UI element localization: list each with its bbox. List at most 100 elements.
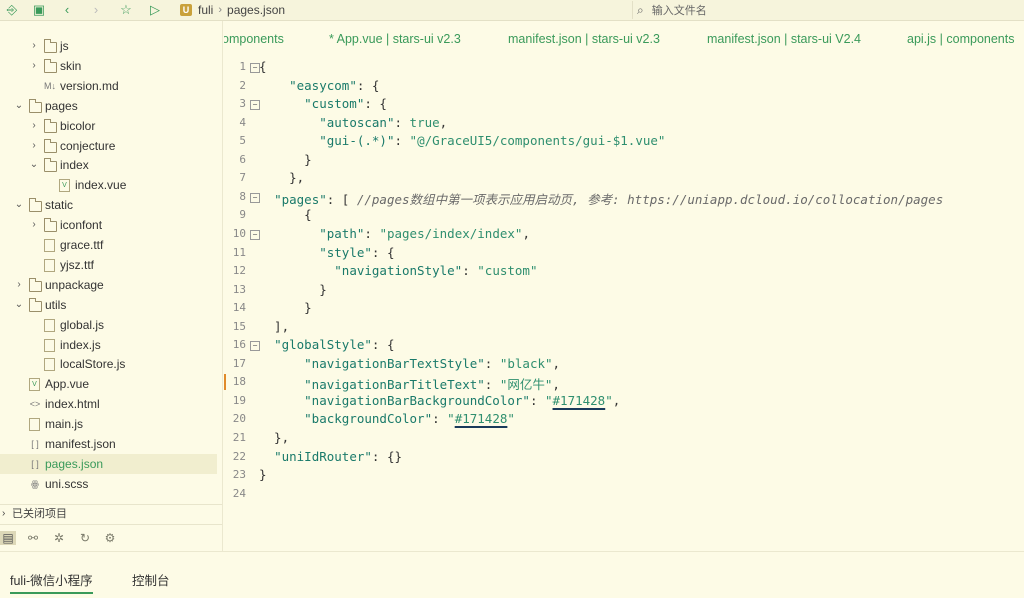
tree-item-label: static: [45, 198, 74, 213]
tab-mp-weixin[interactable]: fuli-微信小程序: [10, 570, 93, 594]
tree-item-label: index: [60, 158, 89, 173]
line-number: 9: [239, 208, 246, 222]
line-number: 23: [232, 468, 246, 482]
tree-item[interactable]: ⌄ pages: [0, 96, 217, 116]
chevron-right-icon[interactable]: ›: [14, 275, 24, 295]
refresh-icon[interactable]: ↻: [77, 531, 93, 545]
chevron-down-icon[interactable]: ⌄: [14, 96, 24, 116]
chevron-down-icon[interactable]: ⌄: [14, 195, 24, 215]
markdown-file-icon: M↓: [44, 80, 56, 91]
new-file-icon[interactable]: ⎆: [3, 1, 21, 19]
tab-manifest-v23[interactable]: manifest.json | stars-ui v2.3: [508, 32, 660, 46]
bottom-panel: fuli-微信小程序 控制台: [0, 551, 1024, 598]
tree-item-label: iconfont: [60, 218, 103, 233]
debug-icon[interactable]: ✲: [51, 531, 67, 545]
code-editor[interactable]: 1−{2 "easycom": {3− "custom": {4 "autosc…: [224, 56, 1024, 551]
tree-item[interactable]: ⌄ utils: [0, 295, 217, 315]
tree-item[interactable]: V App.vue: [0, 374, 217, 394]
code-line[interactable]: "style": {: [259, 245, 394, 260]
tab-manifest-v24[interactable]: manifest.json | stars-ui V2.4: [707, 32, 861, 46]
code-line[interactable]: {: [259, 207, 312, 222]
run-icon[interactable]: ▷: [146, 1, 164, 19]
breadcrumb-project[interactable]: fuli: [198, 3, 213, 17]
file-icon: [29, 418, 40, 432]
tree-item[interactable]: ⌄ index: [0, 155, 217, 175]
tab-api-js[interactable]: api.js | components: [907, 32, 1014, 46]
code-line[interactable]: "gui-(.*)": "@/GraceUI5/components/gui-$…: [259, 133, 665, 148]
tab-app-vue[interactable]: * App.vue | stars-ui v2.3: [329, 32, 461, 46]
tree-item[interactable]: ꙮ uni.scss: [0, 474, 217, 494]
change-marker: [224, 374, 226, 391]
code-line[interactable]: "pages": [ //pages数组中第一项表示应用启动页, 参考: htt…: [259, 189, 943, 208]
tree-item[interactable]: grace.ttf: [0, 235, 217, 255]
forward-icon[interactable]: ›: [87, 1, 105, 19]
chevron-down-icon[interactable]: ⌄: [14, 295, 24, 315]
tab-components[interactable]: omponents: [224, 32, 284, 46]
code-line[interactable]: },: [259, 170, 304, 185]
code-line[interactable]: },: [259, 430, 289, 445]
tree-item[interactable]: › iconfont: [0, 215, 217, 235]
star-icon[interactable]: ☆: [117, 1, 135, 19]
tree-item[interactable]: › unpackage: [0, 275, 217, 295]
line-number: 4: [239, 115, 246, 129]
settings-icon[interactable]: ⚙: [102, 531, 118, 545]
scss-file-icon: ꙮ: [31, 478, 39, 489]
code-line[interactable]: "uniIdRouter": {}: [259, 449, 402, 464]
tree-item-label: unpackage: [45, 277, 104, 292]
tree-item[interactable]: › js: [0, 36, 217, 56]
code-line[interactable]: ],: [259, 319, 289, 334]
tree-item[interactable]: yjsz.ttf: [0, 255, 217, 275]
code-line[interactable]: "navigationStyle": "custom": [259, 263, 537, 278]
code-line[interactable]: "autoscan": true,: [259, 115, 447, 130]
tab-console[interactable]: 控制台: [132, 570, 170, 589]
breadcrumb-file[interactable]: pages.json: [227, 3, 285, 17]
sidebar-tools: ▤ ⚯ ✲ ↻ ⚙: [0, 524, 222, 552]
tree-item[interactable]: Vindex.vue: [0, 175, 217, 195]
chevron-right-icon[interactable]: ›: [29, 116, 39, 136]
file-search[interactable]: ⌕ 输入文件名: [632, 1, 1024, 19]
tree-item[interactable]: main.js: [0, 414, 217, 434]
code-line[interactable]: "navigationBarTitleText": "网亿牛",: [259, 374, 560, 393]
code-line[interactable]: "navigationBarTextStyle": "black",: [259, 356, 560, 371]
code-line[interactable]: }: [259, 300, 312, 315]
code-line[interactable]: "navigationBarBackgroundColor": "#171428…: [259, 393, 620, 408]
tree-item[interactable]: index.js: [0, 335, 217, 355]
html-file-icon: <>: [29, 399, 41, 410]
tree-item-label: global.js: [60, 317, 105, 332]
tree-item[interactable]: › conjecture: [0, 136, 217, 156]
code-line[interactable]: "globalStyle": {: [259, 337, 394, 352]
tree-item[interactable]: › skin: [0, 56, 217, 76]
save-icon[interactable]: ▣: [30, 1, 48, 19]
code-line[interactable]: {: [259, 59, 267, 74]
code-line[interactable]: "easycom": {: [259, 78, 379, 93]
line-number: 20: [232, 412, 246, 426]
file-icon: [44, 318, 55, 332]
file-icon: [44, 258, 55, 272]
code-line[interactable]: }: [259, 152, 312, 167]
tree-item[interactable]: [ ] manifest.json: [0, 434, 217, 454]
chevron-right-icon[interactable]: ›: [29, 36, 39, 56]
tree-item[interactable]: M↓ version.md: [0, 76, 217, 96]
search-input[interactable]: 输入文件名: [652, 2, 707, 18]
closed-projects[interactable]: › 已关闭项目: [0, 504, 222, 523]
tree-item[interactable]: <> index.html: [0, 394, 217, 414]
code-line[interactable]: "custom": {: [259, 96, 387, 111]
project-manager-icon[interactable]: ▤: [0, 531, 16, 545]
chevron-right-icon[interactable]: ›: [29, 136, 39, 156]
tree-item[interactable]: localStore.js: [0, 354, 217, 374]
tree-item[interactable]: › bicolor: [0, 116, 217, 136]
tree-item[interactable]: global.js: [0, 315, 217, 335]
tree-item[interactable]: [ ] pages.json: [0, 453, 217, 474]
code-line[interactable]: "path": "pages/index/index",: [259, 226, 530, 241]
back-icon[interactable]: ‹: [58, 1, 76, 19]
code-line[interactable]: }: [259, 467, 267, 482]
tree-item[interactable]: ⌄ static: [0, 195, 217, 215]
chevron-right-icon[interactable]: ›: [29, 56, 39, 76]
code-line[interactable]: }: [259, 282, 327, 297]
code-line[interactable]: "backgroundColor": "#171428": [259, 411, 515, 426]
plugin-icon[interactable]: ⚯: [25, 531, 41, 545]
chevron-right-icon[interactable]: ›: [29, 215, 39, 235]
chevron-down-icon[interactable]: ⌄: [29, 155, 39, 175]
tree-item-label: js: [60, 39, 69, 53]
tree-item-label: index.vue: [75, 178, 127, 193]
